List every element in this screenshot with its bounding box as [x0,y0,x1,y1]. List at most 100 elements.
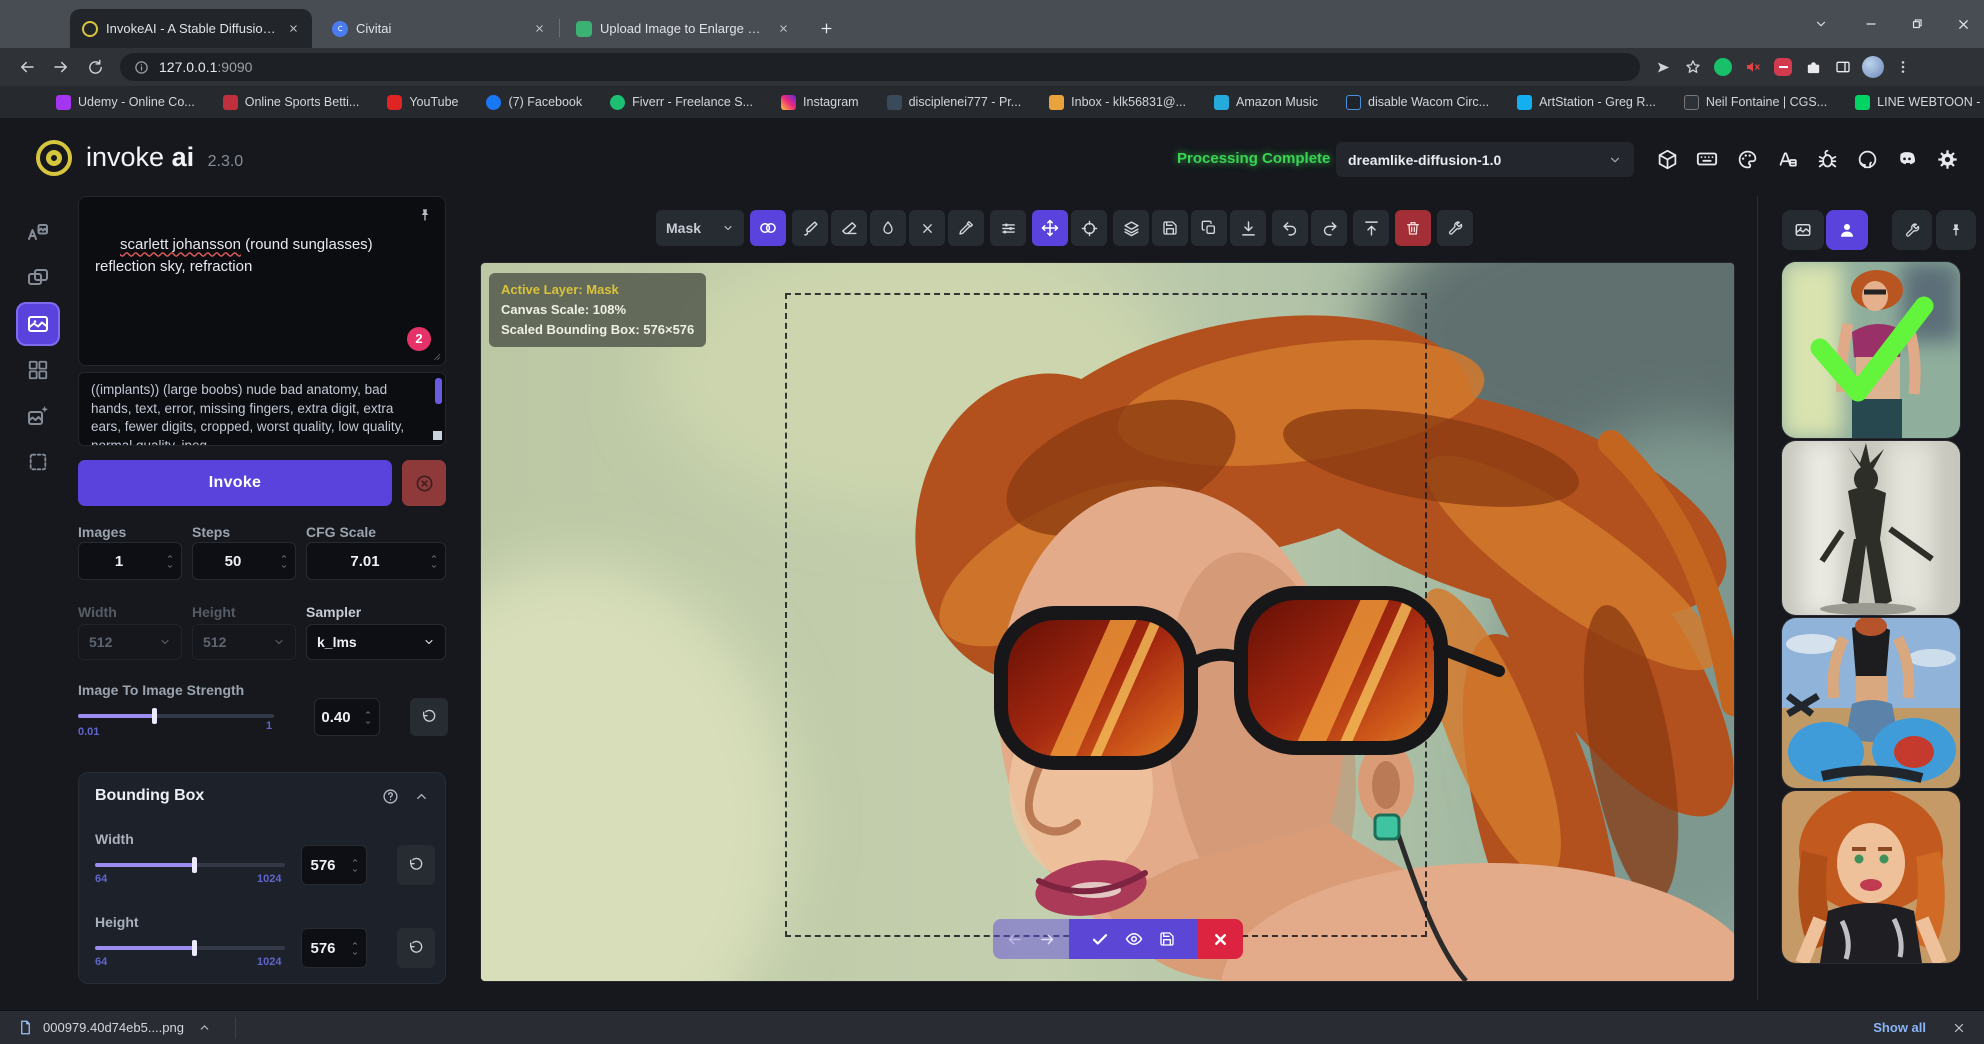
browser-menu-button[interactable] [1888,52,1918,82]
forward-button[interactable] [46,52,76,82]
gallery-thumbnail[interactable] [1782,791,1960,963]
save-to-gallery-button[interactable] [1152,210,1188,246]
tab-close-icon[interactable] [774,20,792,38]
bookmark-item[interactable]: disciplenei777 - Pr... [887,95,1022,110]
height-select[interactable]: 512 [192,624,296,660]
help-icon[interactable] [382,788,399,805]
bookmark-item[interactable]: Neil Fontaine | CGS... [1684,95,1827,110]
images-field[interactable]: 1 [78,542,182,580]
brush-tool-button[interactable] [792,210,828,246]
cfg-stepper[interactable] [423,543,445,579]
bookmark-star-button[interactable] [1678,52,1708,82]
upload-button[interactable] [1353,210,1389,246]
strength-stepper[interactable] [357,699,379,735]
bookmark-item[interactable]: Udemy - Online Co... [56,95,195,110]
bbox-height-field[interactable]: 576 [301,928,367,968]
mask-toggle-button[interactable] [750,210,786,246]
cancel-button[interactable] [402,460,446,506]
merge-visible-button[interactable] [1113,210,1149,246]
tab-close-icon[interactable] [530,20,548,38]
images-stepper[interactable] [159,543,181,579]
staging-save-button[interactable] [1159,931,1175,947]
bookmark-item[interactable]: Amazon Music [1214,95,1318,110]
redo-button[interactable] [1311,210,1347,246]
staging-toggle-visibility-button[interactable] [1125,930,1143,948]
fill-bounding-box-button[interactable] [870,210,906,246]
report-bug-button[interactable] [1810,142,1844,176]
adblock-extension-icon[interactable] [1768,52,1798,82]
tab-unified-canvas[interactable] [16,302,60,346]
bookmark-item[interactable]: disable Wacom Circ... [1346,95,1489,110]
tab-invokeai[interactable]: InvokeAI - A Stable Diffusion Too [70,9,312,48]
bbox-width-field[interactable]: 576 [301,845,367,885]
extensions-puzzle-button[interactable] [1798,52,1828,82]
steps-field[interactable]: 50 [192,542,296,580]
tab-text-to-image[interactable] [16,210,60,254]
bbox-height-slider[interactable] [95,946,285,950]
bbox-width-stepper[interactable] [344,846,366,884]
bookmark-item[interactable]: Online Sports Betti... [223,95,360,110]
model-manager-button[interactable] [1650,142,1684,176]
sampler-select[interactable]: k_lms [306,624,446,660]
show-all-link[interactable]: Show all [1873,1020,1926,1035]
bookmark-item[interactable]: Fiverr - Freelance S... [610,95,753,110]
bbox-width-reset-button[interactable] [397,845,435,885]
invoke-button[interactable]: Invoke [78,460,392,506]
tab-postprocessing[interactable] [16,394,60,438]
layer-select[interactable]: Mask [656,210,744,246]
site-info-icon[interactable] [134,60,149,75]
discord-button[interactable] [1890,142,1924,176]
gallery-settings-button[interactable] [1892,210,1932,250]
share-button[interactable] [1648,52,1678,82]
staging-next-button[interactable] [1039,931,1056,948]
collapse-chevron-icon[interactable] [414,789,429,804]
window-restore-button[interactable] [1902,12,1932,36]
pin-gallery-button[interactable] [1936,210,1976,250]
gallery-thumbnail[interactable] [1782,441,1960,615]
sidebar-button[interactable] [1828,52,1858,82]
back-button[interactable] [12,52,42,82]
prompt-resize-handle[interactable] [431,351,441,361]
theme-button[interactable] [1730,142,1764,176]
window-minimize-button[interactable] [1856,12,1886,36]
bounding-box-outline[interactable] [785,293,1427,937]
bookmark-item[interactable]: (7) Facebook [486,95,582,110]
download-image-button[interactable] [1230,210,1266,246]
brush-options-button[interactable] [990,210,1026,246]
bbox-height-stepper[interactable] [344,929,366,967]
bbox-width-slider-handle[interactable] [192,857,197,873]
cfg-scale-field[interactable]: 7.01 [306,542,446,580]
clear-canvas-button[interactable] [1395,210,1431,246]
tab-civitai[interactable]: Civitai [320,9,558,48]
language-button[interactable] [1770,142,1804,176]
gallery-portraits-button[interactable] [1826,210,1868,250]
speaker-extension-icon[interactable] [1738,52,1768,82]
eraser-tool-button[interactable] [831,210,867,246]
bookmark-item[interactable]: Instagram [781,95,859,110]
hotkeys-button[interactable] [1690,142,1724,176]
settings-button[interactable] [1930,142,1964,176]
negative-prompt-resize-handle[interactable] [433,431,442,440]
undo-button[interactable] [1272,210,1308,246]
negative-prompt-input[interactable]: ((implants)) (large boobs) nude bad anat… [78,372,446,446]
width-select[interactable]: 512 [78,624,182,660]
color-picker-button[interactable] [948,210,984,246]
reload-button[interactable] [80,52,110,82]
canvas-stage[interactable]: Active Layer: Mask Canvas Scale: 108% Sc… [481,263,1734,981]
staging-accept-button[interactable] [1091,930,1109,948]
tab-search-chevron-button[interactable] [1806,12,1836,36]
download-bar-close-button[interactable] [1952,1021,1966,1035]
reset-view-button[interactable] [1071,210,1107,246]
download-filename[interactable]: 000979.40d74eb5....png [43,1020,184,1035]
prompt-pin-icon[interactable] [417,207,433,223]
staging-prev-button[interactable] [1006,931,1023,948]
erase-bounding-box-button[interactable] [909,210,945,246]
strength-slider[interactable] [78,714,274,718]
bookmark-item[interactable]: YouTube [387,95,458,110]
bbox-height-slider-handle[interactable] [192,940,197,956]
copy-to-clipboard-button[interactable] [1191,210,1227,246]
strength-value-field[interactable]: 0.40 [314,698,380,736]
tab-close-icon[interactable] [284,20,302,38]
gallery-thumbnail-selected[interactable] [1782,262,1960,438]
staging-discard-button[interactable] [1197,919,1243,959]
